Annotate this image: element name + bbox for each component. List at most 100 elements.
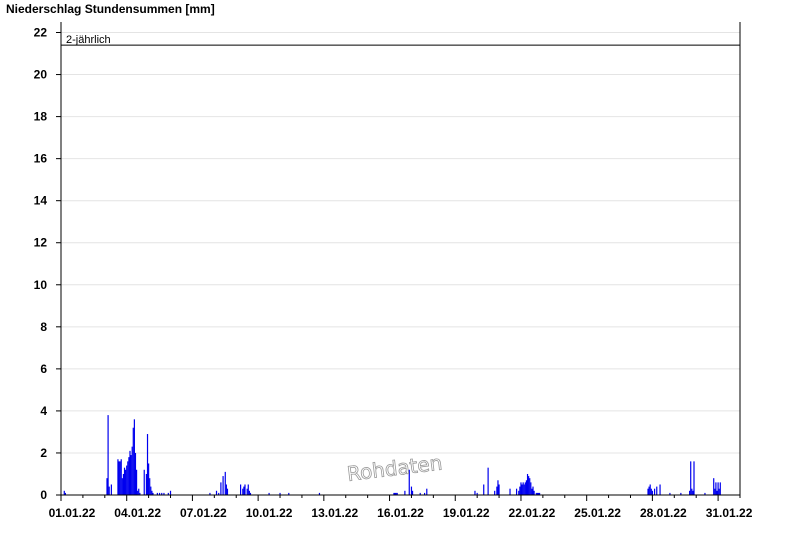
y-tick-label: 16: [34, 152, 48, 166]
precipitation-bar: [692, 490, 694, 495]
precipitation-bar: [532, 486, 534, 495]
x-tick-label: 07.01.22: [180, 506, 227, 520]
precipitation-bar: [132, 427, 134, 495]
precipitation-bar: [648, 486, 650, 495]
precipitation-bar: [404, 490, 406, 495]
y-tick-label: 14: [34, 194, 48, 208]
precipitation-bar: [137, 490, 139, 495]
precipitation-bar: [656, 486, 658, 495]
x-tick-label: 01.01.22: [49, 506, 96, 520]
precipitation-bar: [131, 446, 133, 495]
precipitation-bar: [521, 484, 523, 495]
precipitation-bar: [242, 488, 244, 495]
y-tick-label: 6: [40, 362, 47, 376]
x-axis-ticks: 01.01.22 04.01.22 07.01.22 10.01.22 13.01.22…: [49, 495, 753, 520]
precipitation-bar: [138, 488, 140, 495]
reference-line-label: 2-jährlich: [66, 34, 111, 46]
precipitation-bar: [63, 490, 65, 495]
precipitation-bar: [714, 488, 716, 495]
precipitation-bar: [146, 434, 149, 495]
y-axis-ticks: 0 2 4 6 8 10 12 14 16 18 20 22: [34, 26, 61, 502]
precipitation-bar: [117, 459, 119, 495]
precipitation-bar: [225, 484, 227, 495]
y-tick-label: 0: [40, 488, 47, 502]
grid-lines: [61, 32, 740, 454]
precipitation-bar: [248, 490, 250, 495]
precipitation-bar: [108, 486, 110, 495]
precipitation-bar: [498, 484, 500, 495]
precipitation-bar: [524, 482, 526, 495]
y-tick-label: 2: [40, 446, 47, 460]
y-tick-label: 20: [34, 68, 48, 82]
precipitation-bar: [121, 478, 123, 495]
precipitation-bar: [659, 484, 661, 495]
watermark-text: Rohdaten: [346, 450, 444, 485]
precipitation-bar: [106, 478, 108, 495]
precipitation-bar: [123, 467, 126, 495]
precipitation-bar: [693, 461, 695, 495]
precipitation-bar: [649, 484, 651, 495]
precipitation-bar: [125, 469, 127, 495]
precipitation-bar: [222, 476, 224, 495]
x-tick-label: 22.01.22: [509, 506, 556, 520]
precipitation-bar: [718, 488, 720, 495]
precipitation-bar: [719, 482, 721, 495]
precipitation-bar: [717, 482, 719, 495]
y-tick-label: 18: [34, 110, 48, 124]
precipitation-bar: [135, 469, 138, 495]
precipitation-bar: [497, 480, 499, 495]
precipitation-bar: [715, 482, 717, 495]
precipitation-bar: [134, 452, 137, 495]
precipitation-bar: [119, 461, 121, 495]
y-tick-label: 4: [40, 404, 47, 418]
y-tick-label: 22: [34, 26, 48, 40]
precipitation-bar: [647, 488, 649, 495]
y-tick-label: 12: [34, 236, 48, 250]
precipitation-bar: [126, 465, 128, 495]
precipitation-bar: [120, 459, 122, 495]
precipitation-bar: [525, 480, 528, 495]
x-tick-label: 04.01.22: [114, 506, 161, 520]
precipitation-bar: [530, 482, 532, 495]
precipitation-bar: [474, 490, 476, 495]
precipitation-bar: [531, 488, 533, 495]
precipitation-bar: [247, 484, 249, 495]
precipitation-bar: [716, 490, 718, 495]
precipitation-bar: [215, 490, 218, 495]
precipitation-bar: [528, 476, 530, 495]
precipitation-bar: [169, 490, 172, 495]
precipitation-bar: [426, 488, 428, 495]
precipitation-bar: [143, 469, 145, 495]
x-tick-label: 16.01.22: [377, 506, 424, 520]
y-tick-label: 10: [34, 278, 48, 292]
precipitation-bar: [509, 488, 511, 495]
precipitation-bar: [651, 490, 653, 495]
precipitation-bar: [130, 455, 132, 495]
precipitation-bar: [107, 415, 109, 495]
precipitation-bar: [691, 488, 693, 495]
precipitation-bar: [529, 478, 531, 495]
precipitation-bar: [518, 490, 520, 495]
precipitation-bar: [110, 484, 112, 495]
precipitation-bar: [240, 484, 242, 495]
precipitation-bar: [526, 473, 529, 495]
precipitation-bar: [149, 478, 151, 495]
precipitation-bar: [243, 486, 245, 495]
precipitation-bar: [150, 486, 152, 495]
precipitation-bar: [244, 484, 246, 495]
precipitation-bar: [129, 450, 131, 495]
precipitation-chart: Niederschlag Stundensummen [mm] 0 2 4 6 8 10 1…: [6, 2, 753, 520]
precipitation-bars: [63, 415, 721, 495]
x-tick-label: 10.01.22: [246, 506, 293, 520]
precipitation-bar: [226, 488, 229, 495]
precipitation-bar: [533, 490, 535, 495]
precipitation-bar: [122, 473, 125, 495]
precipitation-bar: [713, 478, 715, 495]
x-tick-label: 25.01.22: [574, 506, 621, 520]
y-tick-label: 8: [40, 320, 47, 334]
x-tick-label: 13.01.22: [311, 506, 358, 520]
chart-title: Niederschlag Stundensummen [mm]: [6, 2, 215, 16]
precipitation-bar: [410, 486, 413, 495]
precipitation-bar: [224, 471, 226, 495]
precipitation-bar: [127, 461, 129, 495]
